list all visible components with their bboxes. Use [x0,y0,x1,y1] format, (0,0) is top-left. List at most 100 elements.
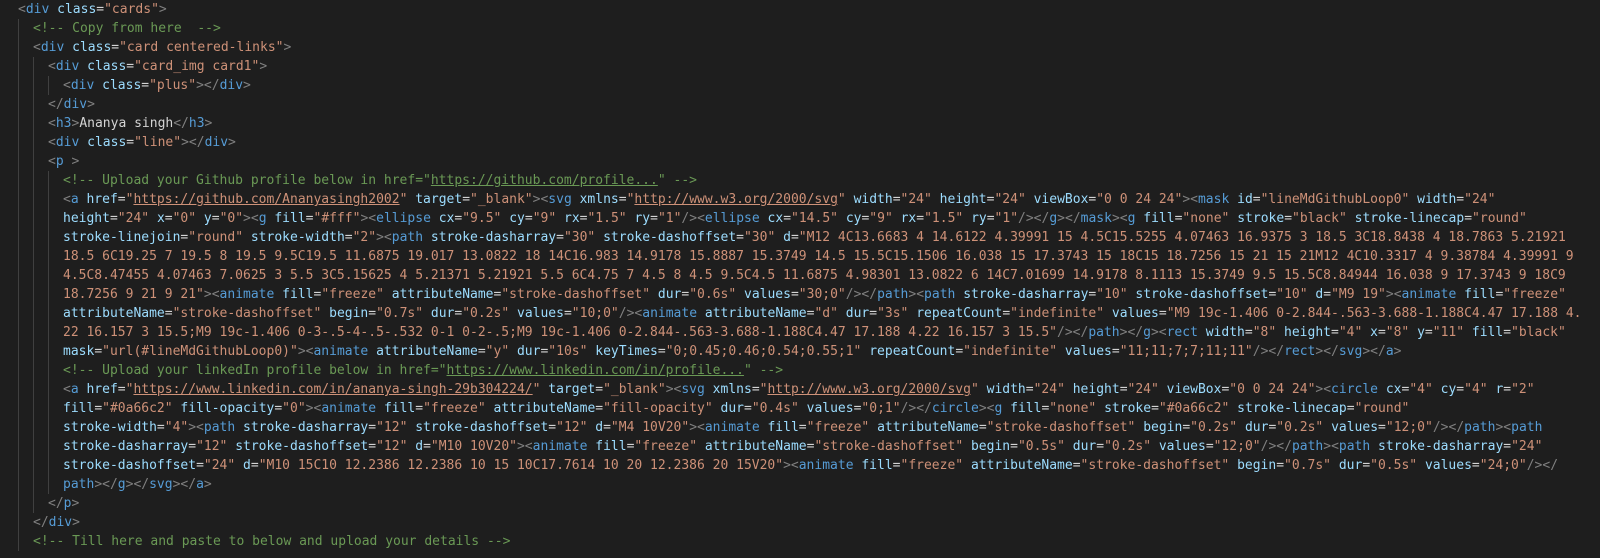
code-line[interactable]: stroke-dashoffset="24" d="M10 15C10 12.2… [0,456,1600,475]
code-line[interactable]: </p> [0,494,1600,513]
code-token-str: "1.5" [924,211,964,226]
code-token-bracket: >< [1111,211,1128,226]
code-line[interactable]: <p > [0,152,1600,171]
code-token-str: "0.2s" [1190,420,1238,435]
code-line[interactable]: stroke-linejoin="round" stroke-width="2"… [0,228,1600,247]
code-token-text: = [798,420,807,435]
indent-guide [18,171,19,190]
code-token-str: "30" [743,230,776,245]
code-line[interactable]: <div class="plus"></div> [0,76,1600,95]
code-token-text: = [1096,439,1105,454]
code-token-bracket: > [228,135,236,150]
code-token-link[interactable]: https://www.linkedin.com/in/ananya-singh… [133,382,532,397]
code-line[interactable]: <!-- Upload your Github profile below in… [0,171,1600,190]
code-token-text: = [1456,382,1465,397]
code-line[interactable]: <div class="line"></div> [0,133,1600,152]
code-line[interactable]: <!-- Till here and paste to below and up… [0,532,1600,551]
code-token-attr: dur [1338,458,1363,473]
code-token-attr: dur [845,306,870,321]
code-token-text: = [618,192,627,207]
code-token-str: "11" [1432,325,1465,340]
code-line[interactable]: <a href="https://www.linkedin.com/in/ana… [0,380,1600,399]
indent-guide [18,475,19,494]
code-token-attr: class [72,40,112,55]
code-token-bracket: </ [48,97,64,112]
code-token-attr: cy [509,211,525,226]
code-token-text: = [1456,192,1465,207]
code-token-str: "12" [556,420,588,435]
code-token-bracket: /></ [1018,211,1050,226]
code-token-text: = [595,401,604,416]
code-line[interactable]: 18.5 6C19.25 7 19.5 8 19.5 9.5C19.5 11.6… [0,247,1600,266]
code-line[interactable]: height="24" x="0" y="0"><g fill="#fff"><… [0,209,1600,228]
code-token-str: "4" [1338,325,1363,340]
code-token-cmt: <!-- Upload your linkedIn profile below … [63,363,447,378]
code-line[interactable]: <div class="card centered-links"> [0,38,1600,57]
code-token-attr: height [939,192,987,207]
code-token-link[interactable]: https://github.com/Ananyasingh2002 [133,192,399,207]
code-line[interactable]: attributeName="stroke-dashoffset" begin=… [0,304,1600,323]
code-token-attr: cy [1440,382,1457,397]
code-line[interactable]: <h3>Ananya singh</h3> [0,114,1600,133]
code-token-bracket: >< [978,401,995,416]
code-token-bracket: >< [689,420,705,435]
code-token-tag: h3 [188,116,205,131]
indent-guide [33,342,34,361]
code-token-str: "_blank" [470,192,533,207]
code-token-str: "stroke-dashoffset" [172,306,322,321]
code-token-text: = [117,382,126,397]
code-line[interactable]: stroke-width="4"><path stroke-dasharray=… [0,418,1600,437]
code-line[interactable]: </div> [0,95,1600,114]
code-line[interactable]: 4.5C8.47455 4.07463 7.0625 3 5.5 3C5.156… [0,266,1600,285]
code-token-attr: xmlns [579,192,619,207]
code-line[interactable]: <div class="card_img card1"> [0,57,1600,76]
code-token-bracket: >< [908,287,925,302]
code-line[interactable]: <!-- Copy from here --> [0,19,1600,38]
code-line[interactable]: <!-- Upload your linkedIn profile below … [0,361,1600,380]
code-line[interactable]: path></g></svg></a> [0,475,1600,494]
code-token-str: "8" [1385,325,1410,340]
code-line[interactable]: 22 16.157 3 15.5;M9 19c-1.406 0-3-.5-4-.… [0,323,1600,342]
indent-guide [33,152,34,171]
code-line[interactable]: <div class="cards"> [0,0,1600,19]
code-line[interactable]: </div> [0,513,1600,532]
code-token-attr: attributeName [704,439,807,454]
code-line[interactable]: stroke-dasharray="12" stroke-dashoffset=… [0,437,1600,456]
indent-guide [33,57,34,76]
code-token-attr: rx [900,211,917,226]
code-token-bracket: > [283,40,292,55]
indent-guide [33,323,34,342]
code-token-str: "none" [1182,211,1230,226]
code-token-text: = [368,306,377,321]
code-token-text: = [1503,325,1512,340]
code-token-link[interactable]: http://www.w3.org/2000/svg [767,382,971,397]
code-line[interactable]: fill="#0a66c2" fill-opacity="0"><animate… [0,399,1600,418]
code-token-str: " [970,382,979,397]
code-token-attr: class [87,135,127,150]
code-token-text: Ananya singh [79,116,174,131]
indent-guide [48,190,49,209]
code-token-attr: dur [516,344,541,359]
indent-guide [33,133,34,152]
code-line[interactable]: <a href="https://github.com/Ananyasingh2… [0,190,1600,209]
code-token-tag: path [1338,439,1371,454]
code-token-text: = [1072,458,1081,473]
code-token-attr: fill [1464,287,1496,302]
code-editor[interactable]: <div class="cards"> <!-- Copy from here -… [0,0,1600,558]
code-token-link[interactable]: http://www.w3.org/2000/svg [634,192,838,207]
code-token-str: "freeze" [806,420,870,435]
code-line[interactable]: mask="url(#lineMdGithubLoop0)"><animate … [0,342,1600,361]
code-token-attr: href [86,382,118,397]
code-line[interactable]: 18.7256 9 21 9 21"><animate fill="freeze… [0,285,1600,304]
indent-guide [33,456,34,475]
indent-guide [48,323,49,342]
